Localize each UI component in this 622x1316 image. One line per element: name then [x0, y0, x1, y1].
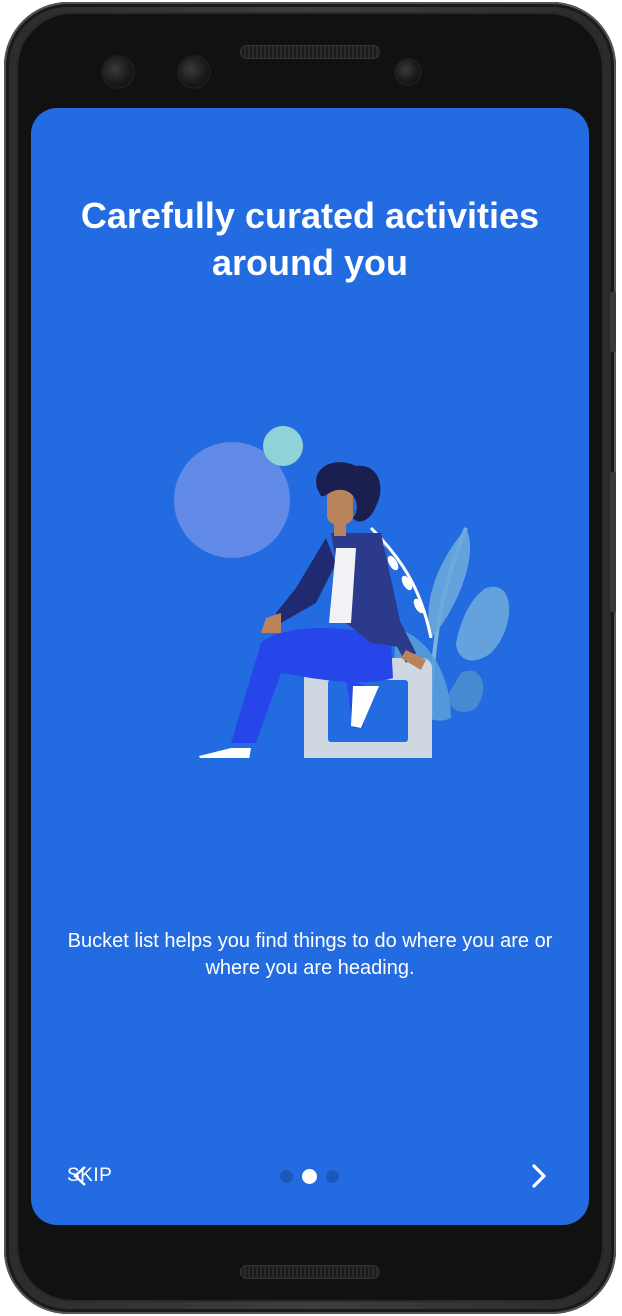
front-camera-icon — [179, 57, 209, 87]
sensor-icon — [396, 60, 420, 84]
page-dot[interactable] — [280, 1170, 293, 1183]
bottom-speaker — [240, 1265, 380, 1279]
earpiece-speaker — [240, 45, 380, 59]
side-button — [610, 292, 616, 352]
side-button — [610, 472, 616, 612]
front-camera-icon — [103, 57, 133, 87]
onboarding-title: Carefully curated activities around you — [80, 195, 540, 283]
onboarding-description: Bucket list helps you find things to do … — [67, 930, 553, 979]
page-dot-active[interactable] — [302, 1169, 317, 1184]
person-sitting-illustration — [174, 426, 510, 758]
onboarding-screen: Carefully curated activities around you — [31, 108, 589, 1225]
chevron-right-icon[interactable] — [523, 1161, 553, 1191]
page-indicator — [280, 1168, 350, 1184]
page-dot[interactable] — [326, 1170, 339, 1183]
back-chevron-icon — [73, 1166, 86, 1186]
skip-button[interactable]: SKIP — [67, 1163, 112, 1189]
